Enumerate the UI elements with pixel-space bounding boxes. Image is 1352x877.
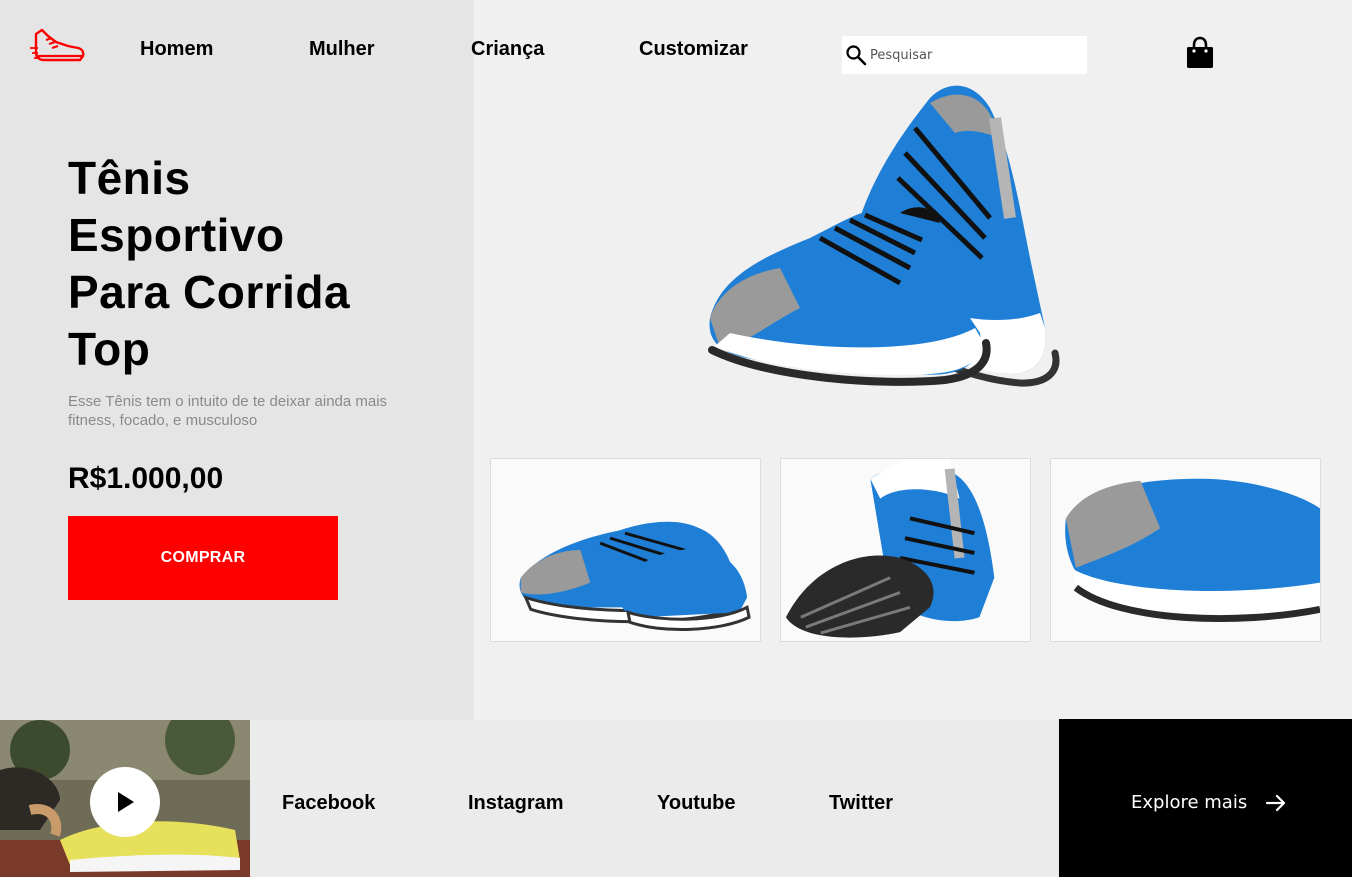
search-input[interactable] <box>870 47 1070 63</box>
buy-button[interactable]: COMPRAR <box>68 516 338 600</box>
nav-item-customizar[interactable]: Customizar <box>639 38 748 61</box>
product-description: Esse Tênis tem o intuito de te deixar ai… <box>68 393 388 429</box>
product-title-line: Top <box>68 323 151 375</box>
product-title-line: Tênis <box>68 152 191 204</box>
social-link-twitter[interactable]: Twitter <box>829 792 893 815</box>
social-link-youtube[interactable]: Youtube <box>657 792 736 815</box>
search-icon[interactable] <box>842 36 870 74</box>
explore-panel: Explore mais <box>1059 719 1352 877</box>
arrow-right-icon <box>1265 794 1287 812</box>
search-bar <box>842 36 1087 74</box>
main-product-image <box>700 78 1110 393</box>
nav-item-homem[interactable]: Homem <box>140 38 213 61</box>
product-title: Tênis Esportivo Para Corrida Top <box>68 150 408 378</box>
thumbnail-sole-view[interactable] <box>780 458 1031 642</box>
video-thumbnail[interactable] <box>0 720 250 877</box>
product-title-line: Esportivo <box>68 209 285 261</box>
play-icon[interactable] <box>90 767 160 837</box>
social-link-instagram[interactable]: Instagram <box>468 792 564 815</box>
thumbnail-side-view[interactable] <box>490 458 761 642</box>
explore-more-link[interactable]: Explore mais <box>1131 792 1287 813</box>
nav-item-mulher[interactable]: Mulher <box>309 38 375 61</box>
product-price: R$1.000,00 <box>68 462 224 495</box>
social-links-bar: Facebook Instagram Youtube Twitter <box>250 720 1059 877</box>
explore-more-label: Explore mais <box>1131 792 1248 813</box>
shopping-bag-icon[interactable] <box>1184 36 1216 70</box>
thumbnail-closeup[interactable] <box>1050 458 1321 642</box>
product-title-line: Para Corrida <box>68 266 351 318</box>
nav-item-crianca[interactable]: Criança <box>471 38 544 61</box>
running-shoe-logo-icon[interactable] <box>30 26 86 66</box>
social-link-facebook[interactable]: Facebook <box>282 792 375 815</box>
